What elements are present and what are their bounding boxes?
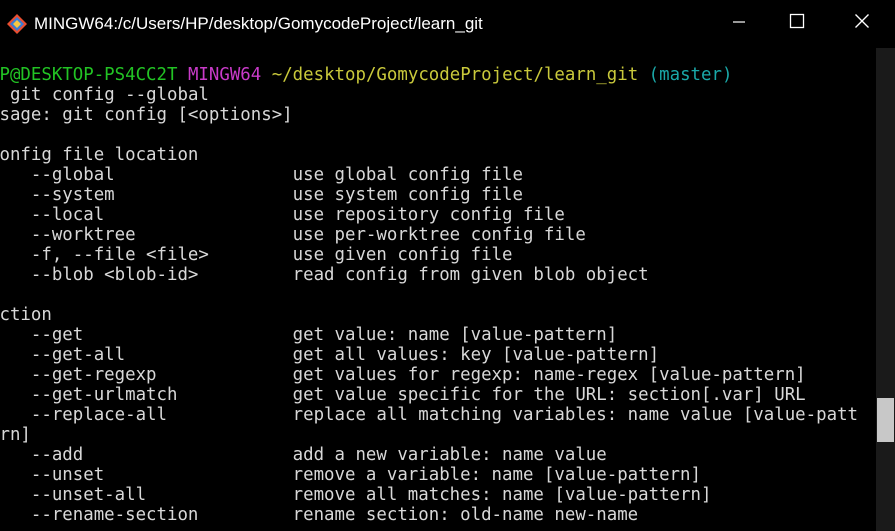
prompt-system: MINGW64 xyxy=(187,65,262,85)
command-text: git config --global xyxy=(9,85,209,105)
prompt-path: ~/desktop/GomycodeProject/learn_git xyxy=(271,65,639,85)
option-desc: replace all matching variables: name val… xyxy=(292,405,859,425)
option-row: --get-urlmatch get value specific for the… xyxy=(0,385,806,405)
section-heading: Config file location xyxy=(0,145,199,165)
option-desc: use system config file xyxy=(292,185,523,205)
close-icon xyxy=(854,13,870,33)
option-row: --unset remove a variable: name [value-pa… xyxy=(0,465,701,485)
command-line: $ git config --global xyxy=(0,85,209,105)
option-row: --system use system config file xyxy=(0,185,523,205)
option-flag: --get-urlmatch xyxy=(30,385,178,405)
option-flag: --get-regexp xyxy=(30,365,157,385)
option-row: --global use global config file xyxy=(0,165,523,185)
option-desc: use per-worktree config file xyxy=(292,225,586,245)
git-bash-icon[interactable] xyxy=(6,13,28,35)
option-row: --get get value: name [value-pattern] xyxy=(0,325,617,345)
scrollbar-track[interactable] xyxy=(876,48,895,531)
option-flag: --system xyxy=(30,185,115,205)
option-flag: --replace-all xyxy=(30,405,167,425)
option-flag: -f, --file <file> xyxy=(30,245,209,265)
option-desc-wrap: ern] xyxy=(0,425,31,445)
option-desc: remove a variable: name [value-pattern] xyxy=(292,465,701,485)
section-heading: Action xyxy=(0,305,52,325)
option-row: -f, --file <file> use given config file xyxy=(0,245,513,265)
option-flag: --unset-all xyxy=(30,485,147,505)
option-desc: remove all matches: name [value-pattern] xyxy=(292,485,712,505)
option-desc: use global config file xyxy=(292,165,523,185)
option-desc: get value: name [value-pattern] xyxy=(292,325,618,345)
option-flag: --unset xyxy=(30,465,105,485)
scrollbar-thumb[interactable] xyxy=(877,398,894,442)
option-desc: rename section: old-name new-name xyxy=(292,505,639,525)
option-desc: get value specific for the URL: section[… xyxy=(292,385,806,405)
option-row: --add add a new variable: name value xyxy=(0,445,607,465)
terminal-output[interactable]: HP@DESKTOP-PS4CC2T MINGW64 ~/desktop/Gom… xyxy=(0,65,876,531)
minimize-icon xyxy=(732,14,746,33)
option-flag: --local xyxy=(30,205,105,225)
prompt-user-host: HP@DESKTOP-PS4CC2T xyxy=(0,65,178,85)
maximize-icon xyxy=(789,13,805,33)
close-button[interactable] xyxy=(833,0,891,46)
maximize-button[interactable] xyxy=(768,0,826,46)
option-row: --get-regexp get values for regexp: name-… xyxy=(0,365,806,385)
option-row: --worktree use per-worktree config file xyxy=(0,225,586,245)
prompt-branch: (master) xyxy=(648,65,733,85)
option-flag: --add xyxy=(30,445,84,465)
option-desc: get values for regexp: name-regex [value… xyxy=(292,365,806,385)
option-flag: --blob <blob-id> xyxy=(30,265,199,285)
option-row: --local use repository config file xyxy=(0,205,565,225)
option-flag: --worktree xyxy=(30,225,136,245)
option-row: --unset-all remove all matches: name [val… xyxy=(0,485,712,505)
minimize-button[interactable] xyxy=(710,0,768,46)
option-desc: get all values: key [value-pattern] xyxy=(292,345,660,365)
option-row: --blob <blob-id> read config from given b… xyxy=(0,265,649,285)
option-row: --get-all get all values: key [value-patt… xyxy=(0,345,659,365)
option-desc: add a new variable: name value xyxy=(292,445,607,465)
option-desc: use repository config file xyxy=(292,205,565,225)
option-desc: read config from given blob object xyxy=(292,265,649,285)
option-row: ern] xyxy=(0,425,31,445)
window-title: MINGW64:/c/Users/HP/desktop/GomycodeProj… xyxy=(34,14,483,33)
title-bar[interactable]: MINGW64:/c/Users/HP/desktop/GomycodeProj… xyxy=(0,0,895,48)
option-row: --rename-section rename section: old-name… xyxy=(0,505,638,525)
option-flag: --get-all xyxy=(30,345,126,365)
prompt-line: HP@DESKTOP-PS4CC2T MINGW64 ~/desktop/Gom… xyxy=(0,65,732,85)
option-desc: use given config file xyxy=(292,245,513,265)
option-flag: --global xyxy=(30,165,115,185)
usage-line: usage: git config [<options>] xyxy=(0,105,293,125)
option-flag: --rename-section xyxy=(30,505,199,525)
option-row: --replace-all replace all matching variab… xyxy=(0,405,858,425)
option-flag: --get xyxy=(30,325,84,345)
